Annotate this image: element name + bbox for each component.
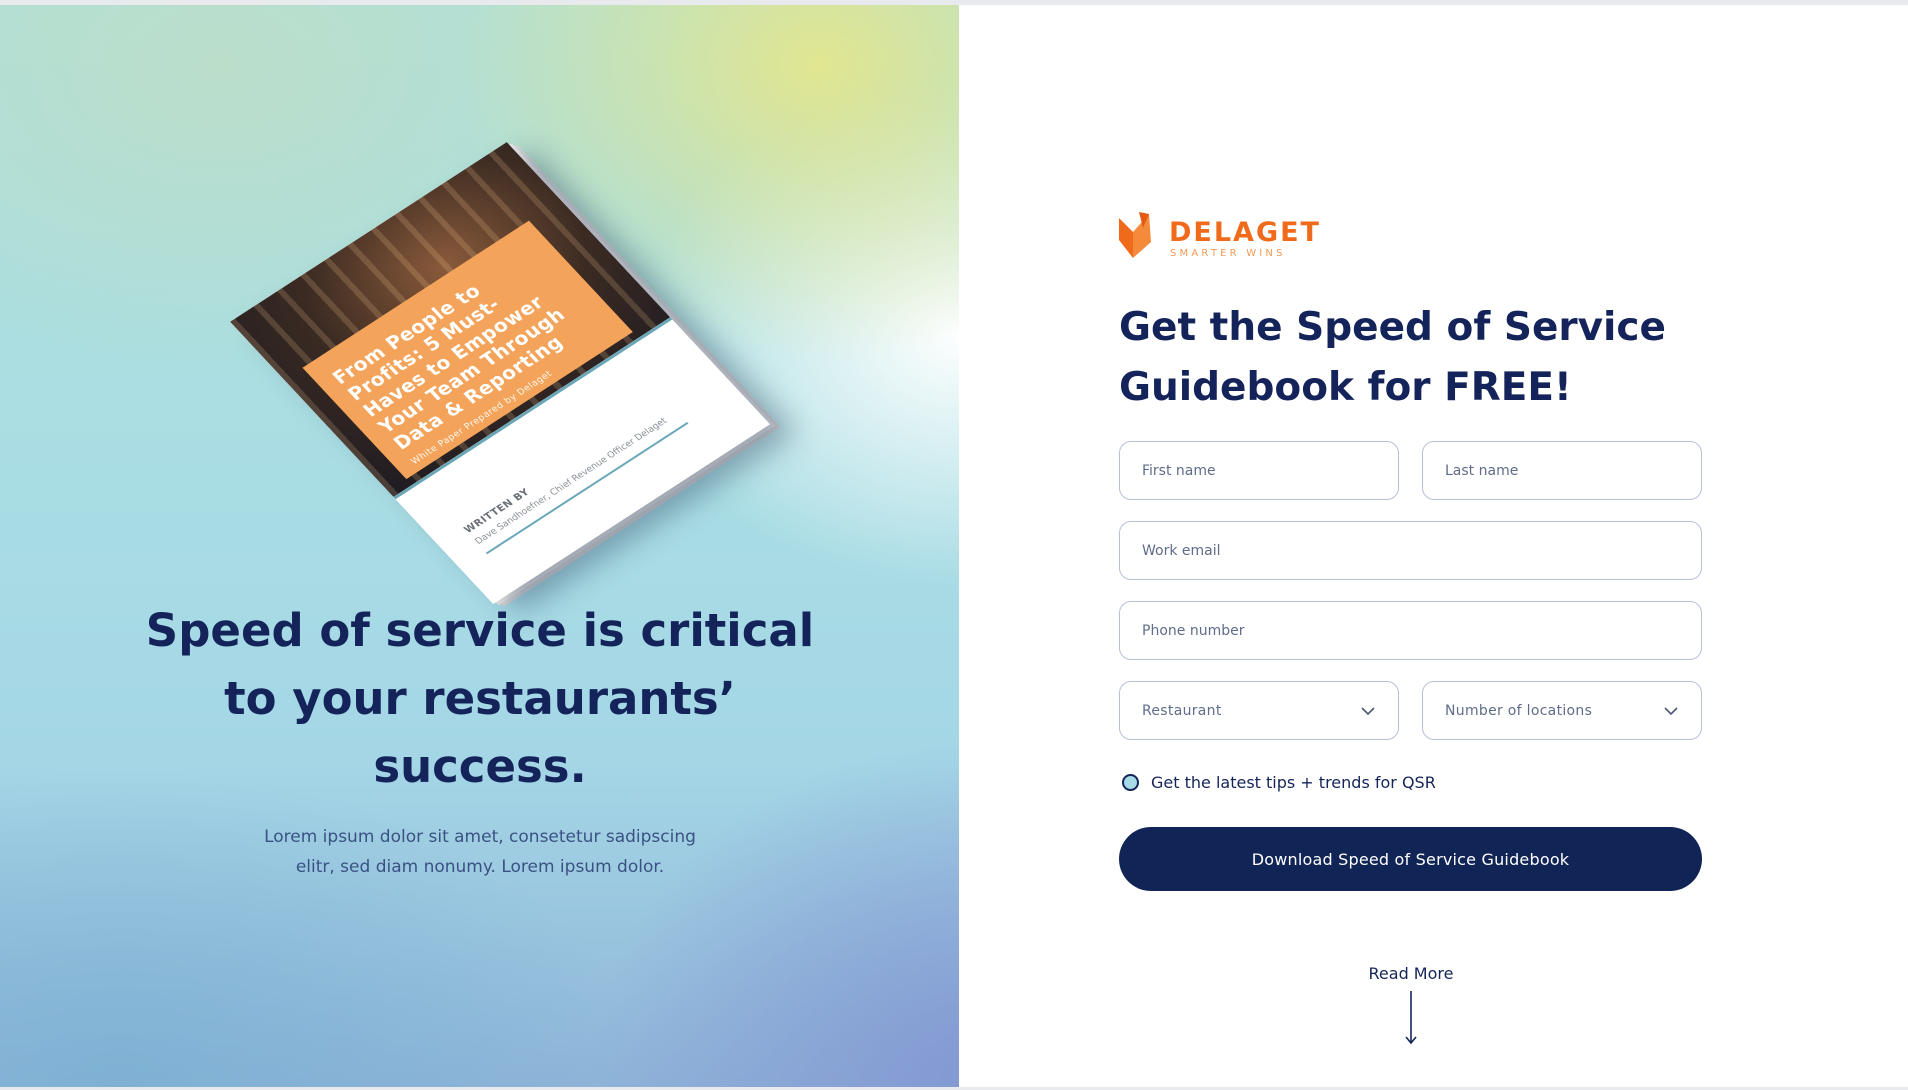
locations-select[interactable]: Number of locations [1422, 681, 1702, 740]
brand-tagline: SMARTER WINS [1170, 248, 1286, 259]
opt-in-label: Get the latest tips + trends for QSR [1151, 772, 1436, 792]
industry-select-value: Restaurant [1142, 702, 1222, 719]
brochure-cover: From People to Profits: 5 Must-Haves to … [230, 142, 770, 604]
industry-select[interactable]: Restaurant [1119, 681, 1399, 740]
brochure-image: From People to Profits: 5 Must-Haves to … [215, 123, 775, 604]
locations-select-value: Number of locations [1445, 702, 1593, 719]
read-more-label: Read More [1368, 964, 1454, 983]
landing-page: From People to Profits: 5 Must-Haves to … [0, 0, 1908, 1090]
work-email-field[interactable] [1119, 521, 1702, 580]
chevron-down-icon [1361, 706, 1375, 715]
read-more-link[interactable]: Read More [1311, 964, 1511, 1045]
work-email-input[interactable] [1142, 542, 1679, 559]
delaget-logo[interactable]: DELAGET SMARTER WINS [1119, 212, 1319, 262]
opt-in-option[interactable]: Get the latest tips + trends for QSR [1122, 770, 1436, 794]
last-name-input[interactable] [1445, 462, 1679, 479]
hero-body-text: Lorem ipsum dolor sit amet, consetetur s… [264, 827, 696, 877]
last-name-field[interactable] [1422, 441, 1702, 500]
brand-name: DELAGET [1169, 217, 1321, 248]
arrow-down-icon [1405, 991, 1417, 1045]
hero-panel: From People to Profits: 5 Must-Haves to … [0, 5, 959, 1087]
first-name-field[interactable] [1119, 441, 1399, 500]
first-name-input[interactable] [1142, 462, 1376, 479]
brochure-author: Dave Sandhoefner, Chief Revenue Officer … [473, 416, 670, 547]
hero-headline: Speed of service is critical to your res… [145, 604, 815, 793]
fox-icon [1119, 212, 1151, 258]
form-title: Get the Speed of Service Guidebook for F… [1119, 305, 1666, 410]
phone-number-field[interactable] [1119, 601, 1702, 660]
opt-in-radio[interactable] [1122, 773, 1139, 791]
brochure-rule [485, 421, 689, 554]
download-guidebook-button[interactable]: Download Speed of Service Guidebook [1119, 827, 1702, 891]
phone-number-input[interactable] [1142, 622, 1679, 639]
chevron-down-icon [1664, 706, 1678, 715]
